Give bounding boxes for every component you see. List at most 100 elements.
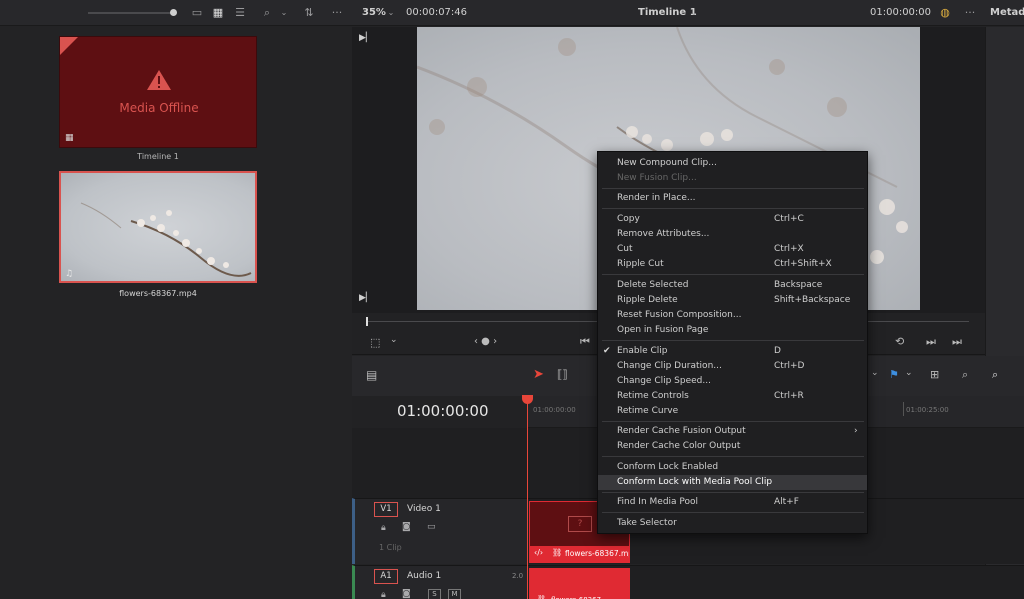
slider-handle[interactable] [170,9,177,16]
menu-item-render-cache-fusion-output[interactable]: Render Cache Fusion Output › [598,424,867,439]
menu-separator [602,492,864,493]
list-view-icon[interactable]: ☰ [232,0,248,26]
fusion-icon: ‹/› [534,548,544,557]
timeline-chevron-icon[interactable]: ⌄ [689,0,699,26]
next-clip-icon[interactable]: ⏭ [926,335,936,349]
menu-item-open-in-fusion-page[interactable]: Open in Fusion Page [598,323,867,338]
audio-clip[interactable]: ⛓ flowers-68367 [529,568,630,599]
flag-chevron-icon[interactable]: ⌄ [905,368,913,378]
menu-item-retime-controls[interactable]: Retime Controls Ctrl+R [598,389,867,404]
ruler-tick [903,402,904,416]
audio-clip-icon: ♫ [65,269,74,279]
menu-item-delete-selected[interactable]: Delete Selected Backspace [598,278,867,293]
auto-select-icon[interactable]: ◙ [402,589,411,599]
menu-item-new-compound-clip[interactable]: New Compound Clip... [598,156,867,171]
menu-item-render-cache-color-output[interactable]: Render Cache Color Output [598,439,867,454]
menu-separator [602,208,864,209]
timeline-corner-badge [60,37,78,55]
menu-separator [602,512,864,513]
menu-item-conform-lock-with-media-pool-clip[interactable]: Conform Lock with Media Pool Clip [598,475,867,490]
first-frame-marker-icon[interactable]: ▶▏ [359,33,373,43]
menu-item-cut[interactable]: Cut Ctrl+X [598,242,867,257]
flowers-clip-thumbnail[interactable]: ♫ [59,171,257,283]
menu-item-conform-lock-enabled[interactable]: Conform Lock Enabled [598,460,867,475]
clip-label-timeline: Timeline 1 [137,152,179,161]
warning-icon [147,70,171,90]
audio-link-icon: ⛓ [537,595,546,599]
timeline-timecode[interactable]: 01:00:00:00 [397,402,489,420]
playhead-line[interactable] [527,398,528,599]
loop-icon[interactable]: ⟲ [895,335,904,348]
timeline-type-icon: ▦ [65,133,74,143]
color-wheel-icon[interactable]: ◍ [937,0,953,26]
lock-track-icon[interactable]: 🔒︎ [381,590,386,599]
menu-item-find-in-media-pool[interactable]: Find In Media Pool Alt+F [598,495,867,510]
menu-item-render-in-place[interactable]: Render in Place... [598,191,867,206]
viewer-mode-icon[interactable]: ⬚ [370,336,380,349]
media-offline-text: Media Offline [119,101,199,115]
track-visibility-icon[interactable]: ▭ [427,522,436,532]
menu-item-reset-fusion-composition[interactable]: Reset Fusion Composition... [598,308,867,323]
zoom-detail-icon[interactable]: ⌕ [962,368,968,382]
blossom-branch-image [80,202,252,277]
trim-tool-icon[interactable]: ⟦⟧ [557,368,568,381]
chevron-down-icon[interactable]: ⌄ [279,0,289,26]
audio-channel-format: 2.0 [512,572,524,580]
go-to-end-icon[interactable]: ⏭ [952,335,962,349]
menu-item-retime-curve[interactable]: Retime Curve [598,404,867,419]
zoom-chevron-icon[interactable]: ⌄ [386,0,396,26]
track-tag-a1[interactable]: A1 [374,569,398,584]
sort-icon[interactable]: ⇅ [300,0,318,26]
track-tag-v1[interactable]: V1 [374,502,398,517]
zoom-custom-icon[interactable]: ⌕ [992,368,998,382]
menu-item-change-clip-speed[interactable]: Change Clip Speed... [598,374,867,389]
zoom-level[interactable]: 35% [362,0,386,26]
last-frame-marker-icon[interactable]: ▶▏ [359,293,373,303]
menu-item-copy[interactable]: Copy Ctrl+C [598,212,867,227]
selection-tool-icon[interactable]: ➤ [533,367,544,382]
context-menu: New Compound Clip... New Fusion Clip... … [597,151,868,534]
menu-item-enable-clip[interactable]: ✔ Enable Clip D [598,344,867,359]
snapping-icon[interactable]: ⌄ [871,368,879,378]
mute-button[interactable]: M [448,589,461,599]
clip-label-flowers: flowers-68367.mp4 [119,289,197,298]
menu-item-remove-attributes[interactable]: Remove Attributes... [598,227,867,242]
thumbnail-size-slider[interactable] [88,12,176,14]
scrubber-handle[interactable] [366,317,368,326]
solo-button[interactable]: S [428,589,441,599]
menu-item-ripple-delete[interactable]: Ripple Delete Shift+Backspace [598,293,867,308]
timeline-name[interactable]: Timeline 1 [638,0,697,26]
menu-item-change-clip-duration[interactable]: Change Clip Duration... Ctrl+D [598,359,867,374]
lock-track-icon[interactable]: 🔒︎ [381,523,386,533]
timeline-view-options-icon[interactable]: ▤ [366,368,377,382]
metadata-panel-title[interactable]: Metada [990,0,1024,26]
video-clip-name: flowers-68367.mp4 [565,549,629,558]
track-name-video[interactable]: Video 1 [407,504,441,514]
menu-item-take-selector[interactable]: Take Selector [598,516,867,531]
duration-timecode: 00:00:07:46 [406,7,468,18]
audio-track-lane[interactable]: ⛓ flowers-68367 [527,565,1024,599]
viewer-options-icon[interactable]: ··· [960,0,980,26]
menu-separator [602,188,864,189]
metadata-view-icon[interactable]: ▭ [189,0,205,26]
audio-track-header[interactable]: A1 Audio 1 2.0 🔒︎ ◙ S M [352,565,527,599]
missing-clip-icon: ? [568,516,592,532]
auto-select-icon[interactable]: ◙ [402,522,411,532]
menu-item-new-fusion-clip: New Fusion Clip... [617,173,697,183]
timeline-thumbnail[interactable]: Media Offline ▦ [59,36,257,148]
zoom-full-icon[interactable]: ⊞ [930,368,939,381]
flag-icon[interactable]: ⚑ [889,368,899,381]
menu-item-ripple-cut[interactable]: Ripple Cut Ctrl+Shift+X [598,257,867,272]
video-track-header[interactable]: V1 Video 1 🔒︎ ◙ ▭ 1 Clip [352,498,527,564]
track-clip-count: 1 Clip [379,543,402,552]
thumbnail-view-icon[interactable]: ▦ [210,0,226,26]
search-icon[interactable]: ⌕ [260,0,274,26]
link-icon: ⛓ [552,548,563,557]
ruler-tick-label: 01:00:00:00 [533,406,576,414]
more-options-icon[interactable]: ··· [327,0,347,26]
go-to-start-icon[interactable]: ⏮ [580,335,590,349]
viewer-mode-chevron-icon[interactable]: ⌄ [390,335,398,345]
jog-control-icon[interactable]: ‹ ● › [474,336,497,347]
viewer-timecode: 01:00:00:00 [870,7,932,18]
track-name-audio[interactable]: Audio 1 [407,571,441,581]
